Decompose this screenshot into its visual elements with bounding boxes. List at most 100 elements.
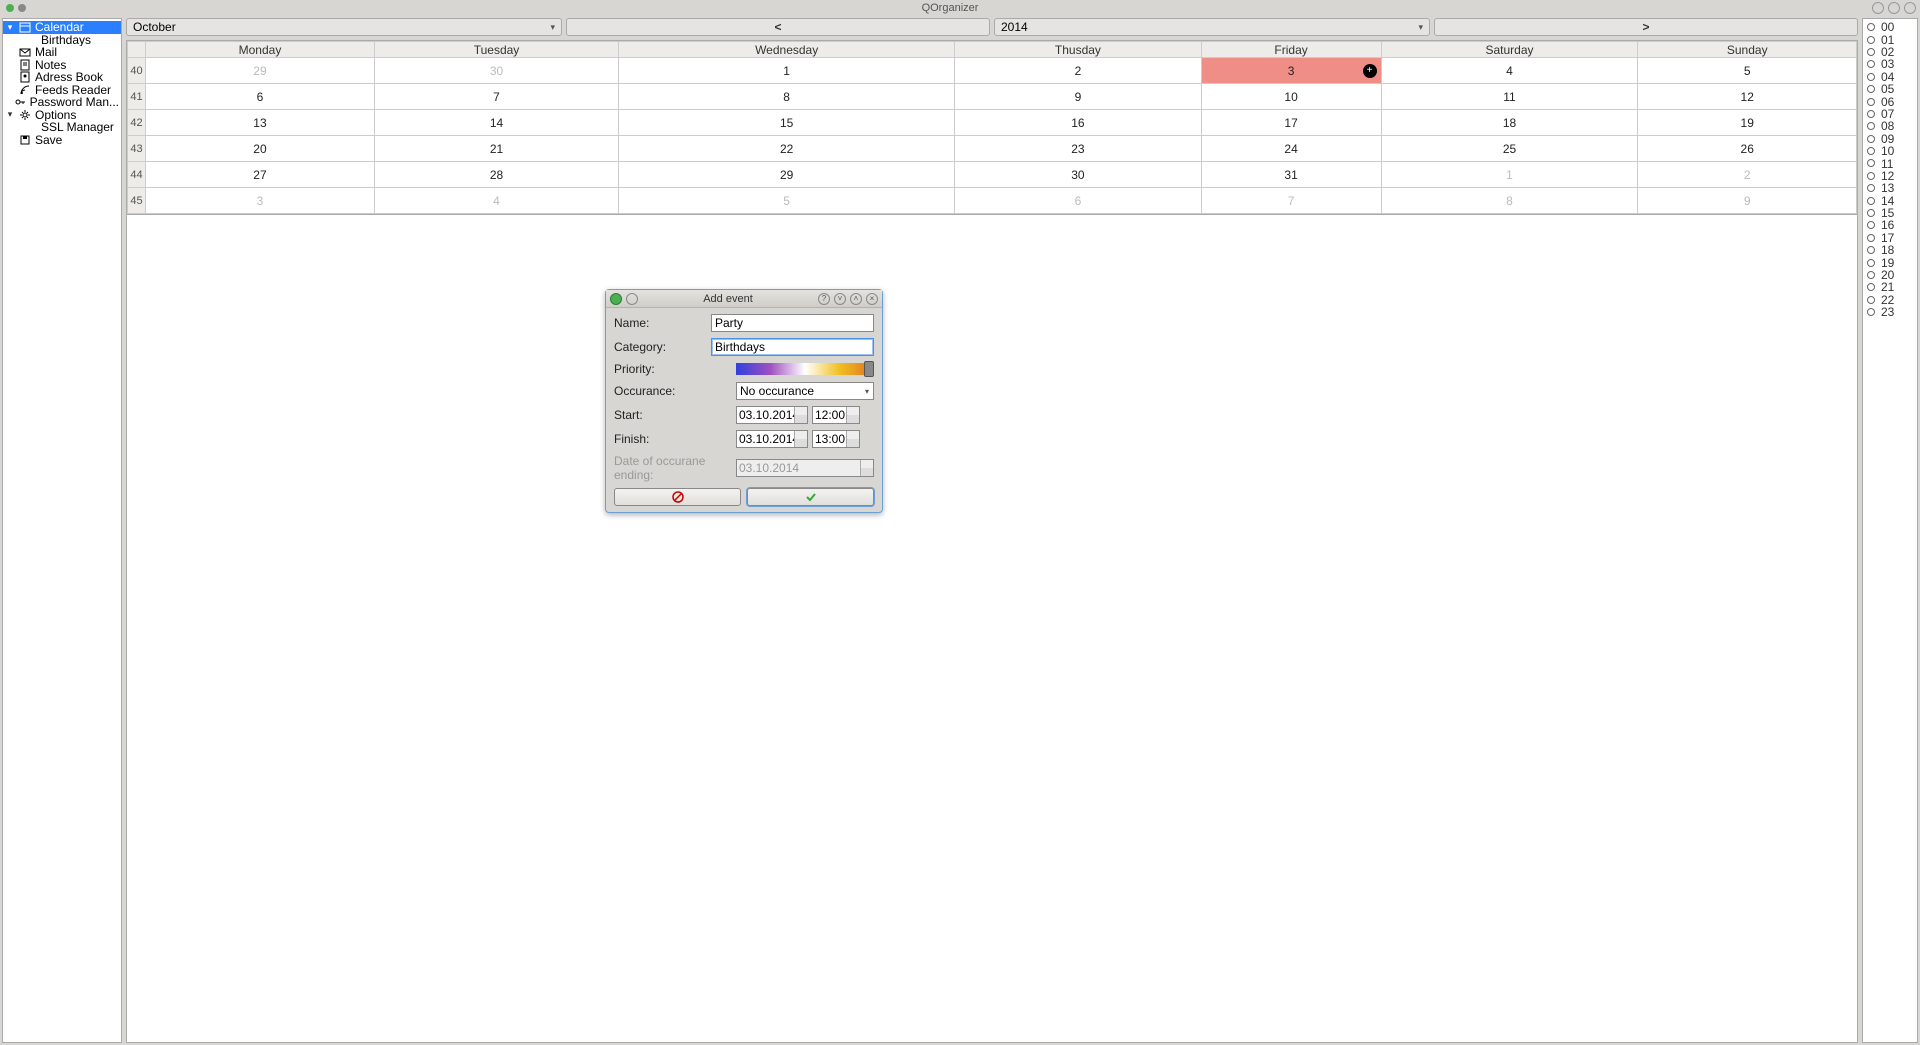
sidebar-item-options[interactable]: ▾Options <box>3 109 121 122</box>
sidebar-item-save[interactable]: Save <box>3 134 121 147</box>
hour-row[interactable]: 14 <box>1867 194 1913 206</box>
hour-row[interactable]: 09 <box>1867 133 1913 145</box>
hour-radio-icon[interactable] <box>1867 209 1875 217</box>
sidebar-item-feeds-reader[interactable]: Feeds Reader <box>3 84 121 97</box>
day-cell[interactable]: 22 <box>619 136 955 162</box>
hour-radio-icon[interactable] <box>1867 271 1875 279</box>
hour-radio-icon[interactable] <box>1867 259 1875 267</box>
day-cell[interactable]: 6 <box>146 84 375 110</box>
hour-radio-icon[interactable] <box>1867 283 1875 291</box>
day-cell[interactable]: 4 <box>374 188 618 214</box>
hour-row[interactable]: 08 <box>1867 120 1913 132</box>
day-cell[interactable]: 8 <box>1381 188 1638 214</box>
day-cell[interactable]: 9 <box>1638 188 1857 214</box>
day-cell[interactable]: 24 <box>1201 136 1381 162</box>
day-cell[interactable]: 28 <box>374 162 618 188</box>
day-cell[interactable]: 5 <box>1638 58 1857 84</box>
slider-handle-icon[interactable] <box>864 361 874 377</box>
hour-row[interactable]: 01 <box>1867 33 1913 45</box>
start-time-input[interactable]: 12:00 <box>812 406 860 424</box>
sidebar-item-password-man-[interactable]: Password Man... <box>3 96 121 109</box>
next-button[interactable]: > <box>1434 18 1858 36</box>
sidebar-item-mail[interactable]: Mail <box>3 46 121 59</box>
hour-row[interactable]: 20 <box>1867 269 1913 281</box>
hour-radio-icon[interactable] <box>1867 159 1875 167</box>
day-cell[interactable]: 12 <box>1638 84 1857 110</box>
expand-icon[interactable]: ▾ <box>5 109 15 120</box>
hour-row[interactable]: 03 <box>1867 58 1913 70</box>
hour-row[interactable]: 22 <box>1867 294 1913 306</box>
day-cell[interactable]: 11 <box>1381 84 1638 110</box>
help-icon[interactable]: ? <box>818 293 830 305</box>
shade-down-icon[interactable]: ˅ <box>834 293 846 305</box>
hour-radio-icon[interactable] <box>1867 110 1875 118</box>
close-button[interactable] <box>1904 2 1916 14</box>
day-cell[interactable]: 30 <box>955 162 1201 188</box>
day-cell[interactable]: 3 <box>146 188 375 214</box>
finish-time-input[interactable]: 13:00 <box>812 430 860 448</box>
hour-radio-icon[interactable] <box>1867 48 1875 56</box>
hour-radio-icon[interactable] <box>1867 184 1875 192</box>
day-cell[interactable]: 9 <box>955 84 1201 110</box>
hour-row[interactable]: 00 <box>1867 21 1913 33</box>
day-cell[interactable]: 1 <box>1381 162 1638 188</box>
hour-row[interactable]: 12 <box>1867 170 1913 182</box>
sidebar-item-ssl-manager[interactable]: SSL Manager <box>3 121 121 134</box>
start-date-input[interactable]: 03.10.2014 <box>736 406 808 424</box>
hour-row[interactable]: 05 <box>1867 83 1913 95</box>
month-select[interactable]: October <box>126 18 562 36</box>
day-cell[interactable]: 6 <box>955 188 1201 214</box>
hour-row[interactable]: 15 <box>1867 207 1913 219</box>
day-cell[interactable]: 14 <box>374 110 618 136</box>
hour-radio-icon[interactable] <box>1867 23 1875 31</box>
year-select[interactable]: 2014 <box>994 18 1430 36</box>
hour-row[interactable]: 11 <box>1867 157 1913 169</box>
day-cell[interactable]: 1 <box>619 58 955 84</box>
day-cell[interactable]: 7 <box>1201 188 1381 214</box>
hour-row[interactable]: 04 <box>1867 71 1913 83</box>
finish-date-input[interactable]: 03.10.2014 <box>736 430 808 448</box>
day-cell[interactable]: 8 <box>619 84 955 110</box>
day-cell[interactable]: 30 <box>374 58 618 84</box>
day-cell[interactable]: 17 <box>1201 110 1381 136</box>
hour-row[interactable]: 02 <box>1867 46 1913 58</box>
day-cell[interactable]: 26 <box>1638 136 1857 162</box>
dialog-titlebar[interactable]: Add event ? ˅ ˄ × <box>606 290 882 308</box>
hour-row[interactable]: 19 <box>1867 256 1913 268</box>
dialog-close-icon[interactable]: × <box>866 293 878 305</box>
day-cell[interactable]: 3+ <box>1201 58 1381 84</box>
day-cell[interactable]: 4 <box>1381 58 1638 84</box>
day-cell[interactable]: 25 <box>1381 136 1638 162</box>
day-cell[interactable]: 21 <box>374 136 618 162</box>
maximize-button[interactable] <box>1888 2 1900 14</box>
day-cell[interactable]: 31 <box>1201 162 1381 188</box>
hour-row[interactable]: 13 <box>1867 182 1913 194</box>
day-cell[interactable]: 2 <box>955 58 1201 84</box>
day-cell[interactable]: 2 <box>1638 162 1857 188</box>
hour-row[interactable]: 16 <box>1867 219 1913 231</box>
hour-row[interactable]: 10 <box>1867 145 1913 157</box>
shade-up-icon[interactable]: ˄ <box>850 293 862 305</box>
hour-radio-icon[interactable] <box>1867 85 1875 93</box>
hour-radio-icon[interactable] <box>1867 98 1875 106</box>
hour-radio-icon[interactable] <box>1867 246 1875 254</box>
sidebar-item-adress-book[interactable]: Adress Book <box>3 71 121 84</box>
hour-radio-icon[interactable] <box>1867 234 1875 242</box>
day-cell[interactable]: 23 <box>955 136 1201 162</box>
hour-radio-icon[interactable] <box>1867 135 1875 143</box>
day-cell[interactable]: 20 <box>146 136 375 162</box>
hour-radio-icon[interactable] <box>1867 147 1875 155</box>
day-cell[interactable]: 13 <box>146 110 375 136</box>
day-cell[interactable]: 27 <box>146 162 375 188</box>
sidebar-item-birthdays[interactable]: Birthdays <box>3 34 121 47</box>
day-cell[interactable]: 29 <box>146 58 375 84</box>
hour-radio-icon[interactable] <box>1867 308 1875 316</box>
prev-button[interactable]: < <box>566 18 990 36</box>
expand-icon[interactable]: ▾ <box>5 22 15 33</box>
name-input[interactable] <box>711 314 874 332</box>
hour-radio-icon[interactable] <box>1867 73 1875 81</box>
day-cell[interactable]: 16 <box>955 110 1201 136</box>
hour-radio-icon[interactable] <box>1867 197 1875 205</box>
add-event-icon[interactable]: + <box>1363 64 1377 78</box>
hour-radio-icon[interactable] <box>1867 221 1875 229</box>
